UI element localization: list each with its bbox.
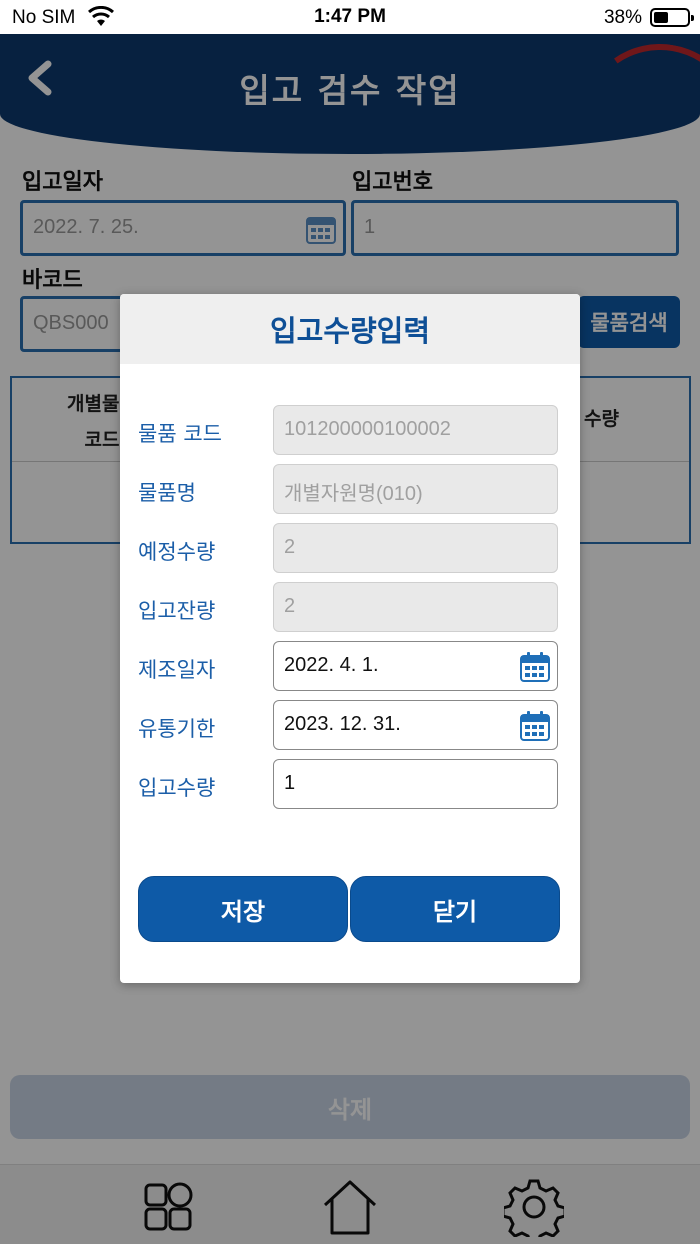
battery-icon: [650, 8, 694, 27]
clock: 1:47 PM: [314, 6, 386, 27]
modal-header: 입고수량입력: [120, 294, 580, 364]
received-qty-value: 1: [284, 772, 296, 794]
item-code-value: 101200000100002: [284, 418, 451, 440]
remaining-qty-field: 2: [273, 582, 558, 632]
status-bar: No SIM 1:47 PM 38%: [0, 0, 700, 34]
expiry-date-field[interactable]: 2023. 12. 31.: [273, 700, 558, 750]
remaining-qty-value: 2: [284, 595, 296, 617]
close-button[interactable]: 닫기: [350, 876, 560, 942]
battery-percent: 38%: [603, 7, 642, 28]
calendar-icon[interactable]: [519, 651, 551, 683]
manufacture-date-value: 2022. 4. 1.: [284, 654, 379, 676]
received-qty-input[interactable]: 1: [273, 759, 558, 809]
item-code-field: 101200000100002: [273, 405, 558, 455]
received-qty-label: 입고수량: [138, 776, 216, 800]
modal-title: 입고수량입력: [269, 314, 431, 348]
item-name-label: 물품명: [138, 481, 196, 505]
planned-qty-label: 예정수량: [138, 540, 216, 564]
quantity-input-modal: 입고수량입력 물품 코드 101200000100002 물품명 개별자원명(0…: [120, 294, 580, 983]
save-button[interactable]: 저장: [138, 876, 348, 942]
item-name-value: 개별자원명(010): [284, 483, 423, 505]
manufacture-date-label: 제조일자: [138, 658, 216, 682]
planned-qty-value: 2: [284, 536, 296, 558]
item-name-field: 개별자원명(010): [273, 464, 558, 514]
manufacture-date-field[interactable]: 2022. 4. 1.: [273, 641, 558, 691]
calendar-icon[interactable]: [519, 710, 551, 742]
expiry-date-value: 2023. 12. 31.: [284, 713, 401, 735]
remaining-qty-label: 입고잔량: [138, 599, 216, 623]
expiry-date-label: 유통기한: [138, 717, 216, 741]
item-code-label: 물품 코드: [138, 422, 222, 446]
planned-qty-field: 2: [273, 523, 558, 573]
